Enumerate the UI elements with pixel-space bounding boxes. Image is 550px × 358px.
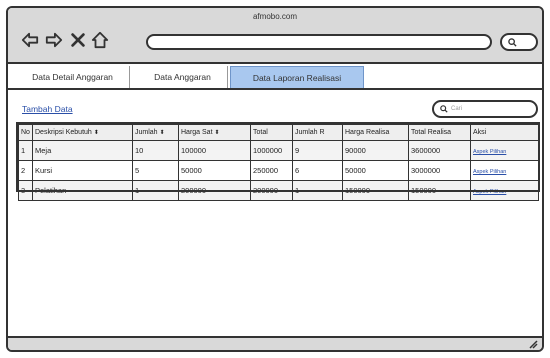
table-row: 1 Meja 10 100000 1000000 9 90000 3600000… bbox=[18, 140, 539, 161]
col-header-total-realisasi[interactable]: Total Realisa bbox=[408, 124, 471, 141]
cell-jumlah: 5 bbox=[132, 160, 179, 181]
browser-titlebar: afmobo.com bbox=[8, 8, 542, 64]
cell-jumlah-realisasi: 6 bbox=[292, 160, 343, 181]
cell-total-realisasi: 3000000 bbox=[408, 160, 471, 181]
table-row: 2 Kursi 5 50000 250000 6 50000 3000000 A… bbox=[18, 160, 539, 181]
tab-data-anggaran[interactable]: Data Anggaran bbox=[138, 66, 228, 88]
cell-no: 1 bbox=[18, 140, 33, 161]
cell-deskripsi: Meja bbox=[32, 140, 133, 161]
table-header-row: No Deskripsi Kebutuh ⬍ Jumlah ⬍ Harga Sat ⬍… bbox=[18, 124, 539, 141]
sort-icon[interactable]: ⬍ bbox=[160, 130, 165, 136]
cell-harga: 50000 bbox=[178, 160, 251, 181]
forward-icon[interactable] bbox=[44, 30, 64, 50]
cell-total-realisasi: 3600000 bbox=[408, 140, 471, 161]
tab-bar: Data Detail Anggaran Data Anggaran Data … bbox=[8, 66, 542, 90]
sort-icon[interactable]: ⬍ bbox=[215, 130, 220, 136]
cell-harga: 200000 bbox=[178, 180, 251, 201]
realisasi-table: No Deskripsi Kebutuh ⬍ Jumlah ⬍ Harga Sat ⬍… bbox=[18, 124, 539, 201]
col-header-jumlah[interactable]: Jumlah ⬍ bbox=[132, 124, 179, 141]
home-icon[interactable] bbox=[90, 30, 110, 50]
tab-data-laporan-realisasi[interactable]: Data Laporan Realisasi bbox=[230, 66, 364, 88]
cell-aksi: Aspek Pilihan bbox=[470, 140, 539, 161]
cell-harga-realisasi: 50000 bbox=[342, 160, 409, 181]
cell-no: 3 bbox=[18, 180, 33, 201]
table-row: 3 Pelatihan 1 200000 200000 1 150000 150… bbox=[18, 180, 539, 201]
status-bar bbox=[8, 336, 542, 350]
action-link[interactable]: Aspek Pilihan bbox=[473, 169, 506, 175]
close-icon[interactable] bbox=[68, 30, 88, 50]
cell-harga-realisasi: 150000 bbox=[342, 180, 409, 201]
main-content: Tambah Data Cari No Deskripsi Kebutuh ⬍ … bbox=[8, 90, 542, 340]
cell-deskripsi: Kursi bbox=[32, 160, 133, 181]
browser-search-field[interactable] bbox=[500, 33, 538, 51]
cell-total: 200000 bbox=[250, 180, 293, 201]
cell-harga: 100000 bbox=[178, 140, 251, 161]
action-link[interactable]: Aspek Pilihan bbox=[473, 149, 506, 155]
search-placeholder: Cari bbox=[451, 106, 463, 112]
action-link[interactable]: Aspek Pilihan bbox=[473, 189, 506, 195]
cell-total: 1000000 bbox=[250, 140, 293, 161]
cell-jumlah-realisasi: 9 bbox=[292, 140, 343, 161]
col-header-jumlah-realisasi[interactable]: Jumlah R bbox=[292, 124, 343, 141]
site-title: afmobo.com bbox=[252, 12, 298, 21]
cell-total: 250000 bbox=[250, 160, 293, 181]
search-input[interactable]: Cari bbox=[432, 100, 538, 118]
cell-harga-realisasi: 90000 bbox=[342, 140, 409, 161]
resize-handle-icon[interactable] bbox=[528, 339, 538, 349]
cell-total-realisasi: 150000 bbox=[408, 180, 471, 201]
col-header-total[interactable]: Total bbox=[250, 124, 293, 141]
cell-aksi: Aspek Pilihan bbox=[470, 160, 539, 181]
col-header-aksi: Aksi bbox=[470, 124, 539, 141]
cell-jumlah: 1 bbox=[132, 180, 179, 201]
col-header-no[interactable]: No bbox=[18, 124, 33, 141]
col-header-deskripsi[interactable]: Deskripsi Kebutuh ⬍ bbox=[32, 124, 133, 141]
back-icon[interactable] bbox=[20, 30, 40, 50]
cell-deskripsi: Pelatihan bbox=[32, 180, 133, 201]
tab-data-detail-anggaran[interactable]: Data Detail Anggaran bbox=[16, 66, 130, 88]
address-bar[interactable] bbox=[146, 34, 492, 50]
browser-search-icon bbox=[508, 37, 517, 47]
cell-jumlah: 10 bbox=[132, 140, 179, 161]
sort-icon[interactable]: ⬍ bbox=[94, 130, 99, 136]
search-icon bbox=[440, 105, 448, 113]
col-header-harga-satuan[interactable]: Harga Sat ⬍ bbox=[178, 124, 251, 141]
browser-window: afmobo.com Data Detail Anggaran Data Ang… bbox=[6, 6, 544, 352]
add-data-link[interactable]: Tambah Data bbox=[22, 104, 73, 114]
cell-aksi: Aspek Pilihan bbox=[470, 180, 539, 201]
col-header-harga-realisasi[interactable]: Harga Realisa bbox=[342, 124, 409, 141]
cell-jumlah-realisasi: 1 bbox=[292, 180, 343, 201]
cell-no: 2 bbox=[18, 160, 33, 181]
